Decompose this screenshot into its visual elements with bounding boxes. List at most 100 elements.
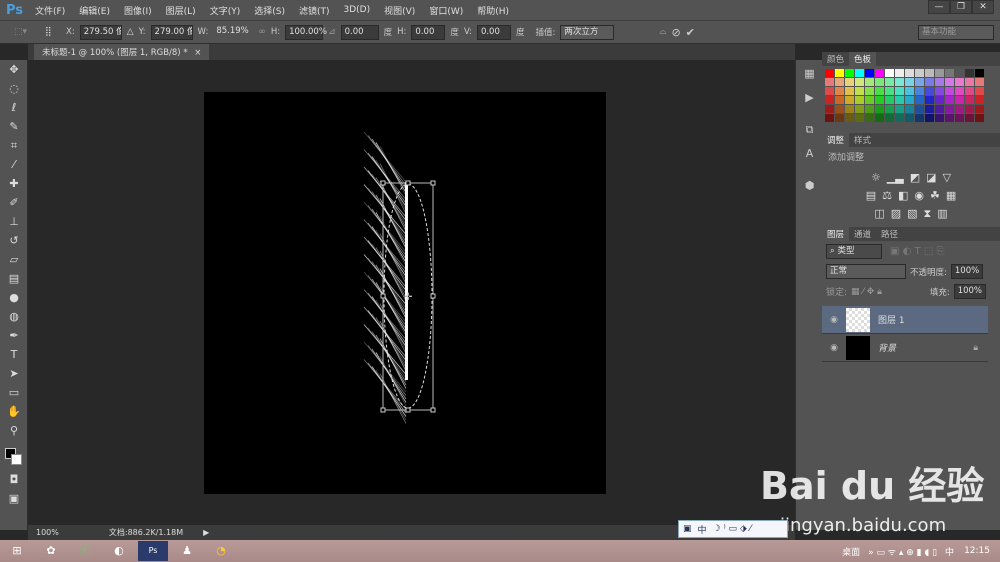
swatch[interactable]	[935, 87, 944, 95]
ime-toolbar[interactable]: ▣ 中 ☽ ⁾ ▭ ⬗ ⁄	[678, 520, 788, 538]
swatch[interactable]	[915, 114, 924, 122]
swatch[interactable]	[895, 96, 904, 104]
swatch[interactable]	[925, 96, 934, 104]
zoom-tool-icon[interactable]: ⚲	[0, 421, 28, 440]
color-swatches[interactable]	[0, 440, 27, 470]
blur-tool-icon[interactable]: ●	[0, 288, 28, 307]
swatch[interactable]	[925, 105, 934, 113]
healing-brush-tool-icon[interactable]: ✚	[0, 174, 28, 193]
swatch[interactable]	[885, 105, 894, 113]
swatch[interactable]	[895, 105, 904, 113]
swatch[interactable]	[825, 87, 834, 95]
type-tool-icon[interactable]: T	[0, 345, 28, 364]
swatch[interactable]	[945, 105, 954, 113]
swatch[interactable]	[935, 114, 944, 122]
shape-tool-icon[interactable]: ▭	[0, 383, 28, 402]
fill-input[interactable]: 100%	[953, 284, 986, 299]
swatch[interactable]	[855, 78, 864, 86]
reference-point-icon[interactable]: ⣿	[45, 27, 61, 37]
layer-name[interactable]: 背景	[878, 341, 896, 354]
swatch[interactable]	[865, 114, 874, 122]
menu-3d[interactable]: 3D(D)	[344, 5, 371, 15]
hskew-input[interactable]: 0.00	[411, 24, 446, 40]
layer-row[interactable]: ◉ 背景 🔒︎	[822, 334, 988, 362]
swatch[interactable]	[865, 69, 874, 77]
swatch[interactable]	[855, 105, 864, 113]
commit-transform-icon[interactable]: ✔	[686, 26, 695, 39]
swatch[interactable]	[895, 114, 904, 122]
properties-panel-icon[interactable]: ⧉	[796, 118, 823, 142]
swatch[interactable]	[975, 96, 984, 104]
gradient-tool-icon[interactable]: ▤	[0, 269, 28, 288]
swatch[interactable]	[845, 114, 854, 122]
swatch[interactable]	[935, 78, 944, 86]
cancel-transform-icon[interactable]: ⊘	[671, 26, 680, 39]
swatch[interactable]	[875, 105, 884, 113]
exposure-icon[interactable]: ◪	[926, 171, 936, 184]
swatch[interactable]	[915, 96, 924, 104]
swatch[interactable]	[895, 87, 904, 95]
swatch[interactable]	[975, 78, 984, 86]
tab-layers[interactable]: 图层	[822, 227, 850, 241]
gradient-map-icon[interactable]: ▥	[937, 207, 947, 221]
layer-filter-select[interactable]: ⌕ 类型	[826, 244, 882, 259]
swatch[interactable]	[835, 78, 844, 86]
swatch[interactable]	[905, 87, 914, 95]
screen-mode-icon[interactable]: ▣	[0, 489, 28, 508]
swatch[interactable]	[955, 96, 964, 104]
restore-button[interactable]: ❐	[950, 0, 972, 14]
swatch[interactable]	[975, 114, 984, 122]
brightness-icon[interactable]: ☼	[871, 171, 881, 184]
color-balance-icon[interactable]: ⚖	[882, 189, 892, 202]
threshold-icon[interactable]: ▧	[907, 207, 917, 221]
menu-help[interactable]: 帮助(H)	[477, 4, 509, 17]
clone-stamp-tool-icon[interactable]: ⊥	[0, 212, 28, 231]
swatch[interactable]	[855, 114, 864, 122]
swatch[interactable]	[895, 69, 904, 77]
swatch[interactable]	[825, 114, 834, 122]
swatch[interactable]	[975, 69, 984, 77]
pen-tool-icon[interactable]: ✒	[0, 326, 28, 345]
quick-mask-icon[interactable]: ◘	[0, 470, 28, 489]
swatch[interactable]	[935, 105, 944, 113]
swatch[interactable]	[885, 96, 894, 104]
history-panel-icon[interactable]: ▦	[796, 62, 823, 86]
photo-filter-icon[interactable]: ◉	[914, 189, 924, 202]
tray-ime[interactable]: 中	[945, 545, 954, 558]
swatch[interactable]	[825, 96, 834, 104]
swatch[interactable]	[915, 78, 924, 86]
selective-color-icon[interactable]: ⧗	[924, 207, 932, 221]
path-select-tool-icon[interactable]: ➤	[0, 364, 28, 383]
swatch[interactable]	[955, 78, 964, 86]
swatch[interactable]	[845, 78, 854, 86]
marquee-tool-icon[interactable]: ◌	[0, 79, 28, 98]
tab-styles[interactable]: 样式	[849, 133, 876, 147]
swatches-grid[interactable]	[822, 66, 1000, 125]
swatch[interactable]	[905, 114, 914, 122]
channel-mixer-icon[interactable]: ☘	[930, 189, 940, 202]
levels-icon[interactable]: ▁▃	[887, 171, 904, 184]
swatch[interactable]	[865, 96, 874, 104]
clock[interactable]: 12:15	[964, 546, 990, 556]
swatch[interactable]	[875, 114, 884, 122]
black-white-icon[interactable]: ◧	[898, 189, 908, 202]
3d-panel-icon[interactable]: ⬢	[796, 174, 823, 198]
swatch[interactable]	[915, 105, 924, 113]
swatch[interactable]	[885, 78, 894, 86]
swatch[interactable]	[835, 114, 844, 122]
swatch[interactable]	[895, 78, 904, 86]
status-menu-arrow-icon[interactable]: ▶	[203, 528, 209, 537]
swatch[interactable]	[965, 69, 974, 77]
swatch[interactable]	[885, 69, 894, 77]
swatch[interactable]	[825, 78, 834, 86]
quick-select-tool-icon[interactable]: ✎	[0, 117, 28, 136]
swatch[interactable]	[845, 105, 854, 113]
swatch[interactable]	[865, 105, 874, 113]
character-panel-icon[interactable]: A	[796, 142, 823, 166]
swatch[interactable]	[955, 105, 964, 113]
swatch[interactable]	[955, 69, 964, 77]
interpolation-select[interactable]: 两次立方	[560, 24, 615, 40]
workspace-select[interactable]: 基本功能	[918, 24, 994, 40]
tab-channels[interactable]: 通道	[849, 227, 876, 241]
link-icon[interactable]: ∞	[258, 27, 266, 37]
